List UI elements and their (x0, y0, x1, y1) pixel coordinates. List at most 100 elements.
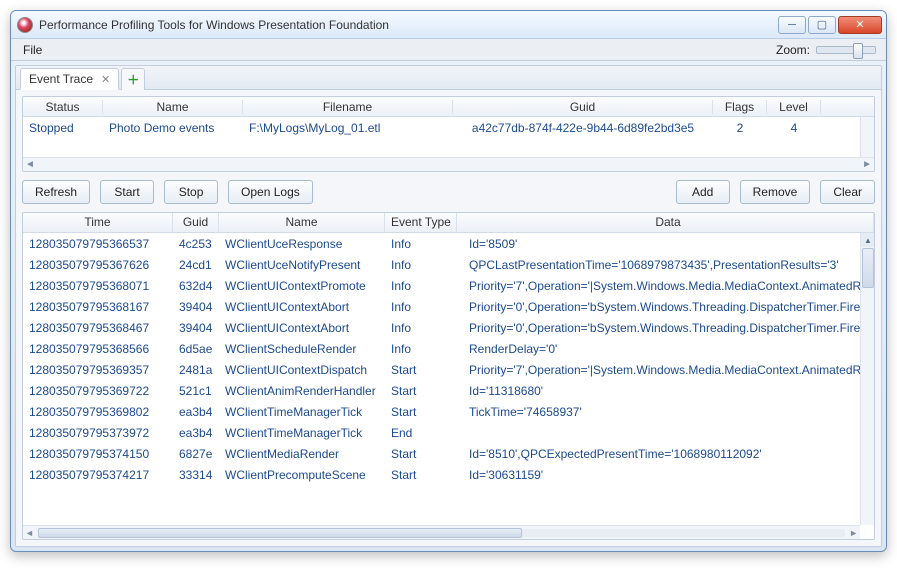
minimize-button[interactable]: ─ (778, 16, 806, 34)
event-row[interactable]: 1280350797953665374c253WClientUceRespons… (23, 233, 874, 254)
events-header: Time Guid Name Event Type Data (23, 213, 874, 233)
cell-name: WClientUIContextPromote (219, 277, 385, 295)
event-row[interactable]: 1280350797953741506827eWClientMediaRende… (23, 443, 874, 464)
maximize-button[interactable]: ▢ (808, 16, 836, 34)
app-window: Performance Profiling Tools for Windows … (10, 10, 887, 552)
session-panel: Status Name Filename Guid Flags Level St… (22, 96, 875, 172)
hscroll-track[interactable] (38, 529, 845, 537)
event-row[interactable]: 128035079795373972ea3b4WClientTimeManage… (23, 422, 874, 443)
scroll-right-icon[interactable]: ► (862, 159, 872, 170)
col-level[interactable]: Level (767, 100, 821, 114)
cell-name: Photo Demo events (103, 121, 243, 135)
event-row[interactable]: 12803507979536846739404WClientUIContextA… (23, 317, 874, 338)
cell-name: WClientScheduleRender (219, 340, 385, 358)
event-row[interactable]: 128035079795369802ea3b4WClientTimeManage… (23, 401, 874, 422)
cell-level: 4 (767, 121, 821, 135)
cell-data: Id='8509' (457, 235, 874, 253)
cell-type: Info (385, 340, 457, 358)
cell-type: Info (385, 298, 457, 316)
tab-event-trace[interactable]: Event Trace ✕ (20, 68, 119, 90)
refresh-button[interactable]: Refresh (22, 180, 90, 204)
cell-time: 128035079795373972 (23, 424, 173, 442)
tab-strip: Event Trace ✕ ＋ (16, 66, 881, 90)
scroll-right-icon[interactable]: ► (849, 528, 858, 538)
cell-type: Start (385, 403, 457, 421)
cell-guid: 2481a (173, 361, 219, 379)
cell-data: Priority='0',Operation='bSystem.Windows.… (457, 298, 874, 316)
col-filename[interactable]: Filename (243, 100, 453, 114)
cell-guid: 632d4 (173, 277, 219, 295)
cell-time: 128035079795368566 (23, 340, 173, 358)
cell-type: End (385, 424, 457, 442)
event-row[interactable]: 128035079795368071632d4WClientUIContextP… (23, 275, 874, 296)
app-icon (17, 17, 33, 33)
cell-type: Info (385, 277, 457, 295)
vscroll-thumb[interactable] (862, 248, 874, 288)
col-time[interactable]: Time (23, 213, 173, 232)
tab-add-button[interactable]: ＋ (121, 68, 145, 90)
menu-file[interactable]: File (17, 41, 48, 59)
cell-type: Start (385, 466, 457, 484)
event-row[interactable]: 12803507979536816739404WClientUIContextA… (23, 296, 874, 317)
cell-name: WClientTimeManagerTick (219, 403, 385, 421)
add-button[interactable]: Add (676, 180, 730, 204)
col-guid[interactable]: Guid (173, 213, 219, 232)
cell-name: WClientUIContextAbort (219, 298, 385, 316)
stop-button[interactable]: Stop (164, 180, 218, 204)
scroll-left-icon[interactable]: ◄ (25, 159, 35, 170)
col-event-type[interactable]: Event Type (385, 213, 457, 232)
session-hscrollbar[interactable]: ◄ ► (23, 157, 874, 171)
scroll-left-icon[interactable]: ◄ (25, 528, 34, 538)
event-row[interactable]: 1280350797953693572481aWClientUIContextD… (23, 359, 874, 380)
cell-type: Info (385, 235, 457, 253)
events-panel: Time Guid Name Event Type Data 128035079… (22, 212, 875, 540)
cell-time: 128035079795369802 (23, 403, 173, 421)
remove-button[interactable]: Remove (740, 180, 811, 204)
cell-guid: ea3b4 (173, 424, 219, 442)
scroll-up-icon[interactable]: ▲ (861, 233, 875, 247)
event-row[interactable]: 1280350797953685666d5aeWClientScheduleRe… (23, 338, 874, 359)
cell-type: Start (385, 382, 457, 400)
cell-type: Start (385, 361, 457, 379)
col-data[interactable]: Data (457, 213, 874, 232)
plus-icon: ＋ (127, 71, 139, 88)
cell-guid: 6827e (173, 445, 219, 463)
cell-guid: 521c1 (173, 382, 219, 400)
col-name[interactable]: Name (103, 100, 243, 114)
session-header: Status Name Filename Guid Flags Level (23, 97, 874, 117)
close-button[interactable]: ✕ (838, 16, 882, 34)
events-hscrollbar[interactable]: ◄ ► (23, 525, 860, 539)
cell-time: 128035079795369357 (23, 361, 173, 379)
titlebar[interactable]: Performance Profiling Tools for Windows … (11, 11, 886, 39)
col-name[interactable]: Name (219, 213, 385, 232)
cell-time: 128035079795374150 (23, 445, 173, 463)
col-flags[interactable]: Flags (713, 100, 767, 114)
event-row[interactable]: 12803507979537421733314WClientPrecompute… (23, 464, 874, 485)
event-row[interactable]: 128035079795369722521c1WClientAnimRender… (23, 380, 874, 401)
session-vscrollbar[interactable] (860, 117, 874, 157)
col-guid[interactable]: Guid (453, 100, 713, 114)
cell-name: WClientAnimRenderHandler (219, 382, 385, 400)
hscroll-thumb[interactable] (38, 528, 522, 538)
event-row[interactable]: 12803507979536762624cd1WClientUceNotifyP… (23, 254, 874, 275)
zoom-slider-thumb[interactable] (853, 43, 863, 59)
window-title: Performance Profiling Tools for Windows … (39, 18, 778, 32)
tab-body: Status Name Filename Guid Flags Level St… (16, 90, 881, 546)
events-vscrollbar[interactable]: ▲ (860, 233, 874, 525)
cell-time: 128035079795368467 (23, 319, 173, 337)
cell-data: Id='30631159' (457, 466, 874, 484)
cell-guid: 39404 (173, 298, 219, 316)
clear-button[interactable]: Clear (820, 180, 875, 204)
cell-type: Info (385, 319, 457, 337)
cell-name: WClientPrecomputeScene (219, 466, 385, 484)
open-logs-button[interactable]: Open Logs (228, 180, 313, 204)
tab-close-icon[interactable]: ✕ (101, 73, 110, 86)
cell-data: QPCLastPresentationTime='1068979873435',… (457, 256, 874, 274)
cell-time: 128035079795367626 (23, 256, 173, 274)
session-row[interactable]: Stopped Photo Demo events F:\MyLogs\MyLo… (23, 117, 874, 139)
start-button[interactable]: Start (100, 180, 154, 204)
col-status[interactable]: Status (23, 100, 103, 114)
cell-data: Id='11318680' (457, 382, 874, 400)
zoom-slider[interactable] (816, 46, 876, 54)
cell-name: WClientUIContextDispatch (219, 361, 385, 379)
